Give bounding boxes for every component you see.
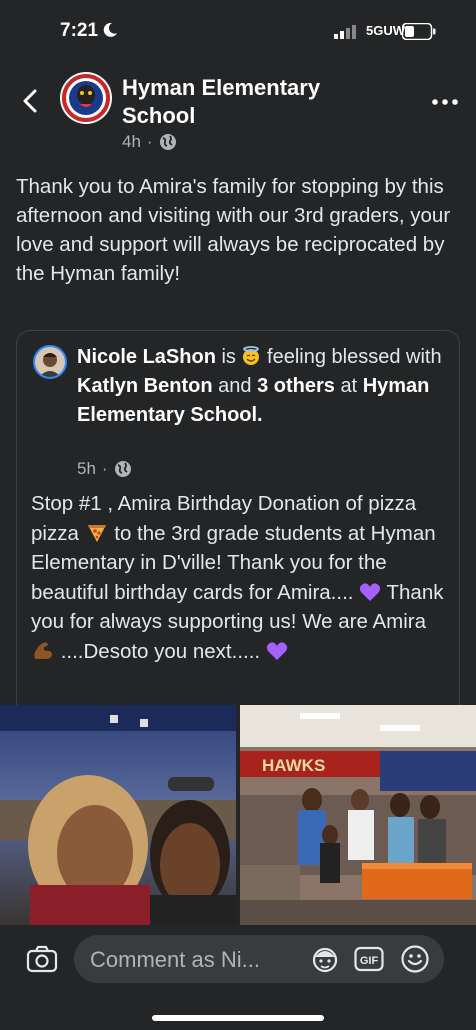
banner-hawks: HAWKS [262,756,325,775]
battery-icon [402,23,436,40]
group-photo-image: HAWKS [240,705,476,925]
and-text: and [218,375,252,397]
home-indicator [152,1015,324,1021]
shared-post-meta: 5h · [77,459,132,479]
camera-icon[interactable] [26,945,58,973]
school-logo-icon [61,73,111,123]
photo-group[interactable]: HAWKS [240,705,476,925]
comment-placeholder: Comment as Ni... [90,947,260,972]
photo-grid: HAWKS [0,705,476,925]
globe-icon [159,134,176,150]
shared-post-card[interactable]: Nicole LaShon is feeling blessed with Ka… [16,330,460,730]
is-text: is [221,346,236,368]
person-avatar-icon [35,347,65,377]
meta-separator: · [101,459,108,478]
gif-icon[interactable]: GIF [354,946,384,972]
emoji-icon[interactable] [400,944,430,974]
shared-author-name[interactable]: Nicole LaShon [77,346,216,368]
tagged-others[interactable]: 3 others [257,375,335,397]
page-name[interactable]: Hyman Elementary School [122,74,372,130]
flexed-biceps-emoji-icon [34,641,52,659]
back-arrow-icon[interactable] [16,86,46,116]
at-text: at [340,375,358,397]
feeling-text: feeling blessed with [267,346,442,368]
post-header: Hyman Elementary School 4h · [0,62,476,162]
shared-post-time[interactable]: 5h [77,459,96,479]
status-time: 7:21 [60,20,99,41]
svg-text:GIF: GIF [360,955,379,967]
post-text: Thank you to Amira's family for stopping… [16,175,451,285]
post-time[interactable]: 4h [122,132,141,152]
purple-heart-emoji-icon [360,582,381,601]
avatar-sticker-icon[interactable] [310,945,340,973]
shared-post-header: Nicole LaShon is feeling blessed with Ka… [77,343,447,430]
post-meta: 4h · [122,132,177,152]
shared-text-part4: ....Desoto you next..... [60,639,261,663]
more-icon[interactable] [430,92,460,112]
moon-icon [103,22,117,37]
selfie-photo-image [0,705,236,925]
status-bar: 7:21 5GUW [0,0,476,62]
comment-input[interactable]: Comment as Ni... GIF [74,935,444,983]
shared-post-text: Stop #1 , Amira Birthday Donation of piz… [31,489,451,666]
purple-heart-emoji-icon [266,641,287,660]
photo-selfie[interactable] [0,705,236,925]
shared-author-avatar[interactable] [33,345,67,379]
meta-separator: · [146,132,153,151]
tagged-person[interactable]: Katlyn Benton [77,375,213,397]
network-type: 5GUW [366,23,405,38]
signal-icon [334,25,356,39]
comment-bar: Comment as Ni... GIF [0,925,476,1030]
halo-smile-emoji-icon [243,346,260,365]
pizza-emoji-icon [87,524,106,542]
globe-icon [114,461,131,477]
page-avatar[interactable] [60,72,112,124]
